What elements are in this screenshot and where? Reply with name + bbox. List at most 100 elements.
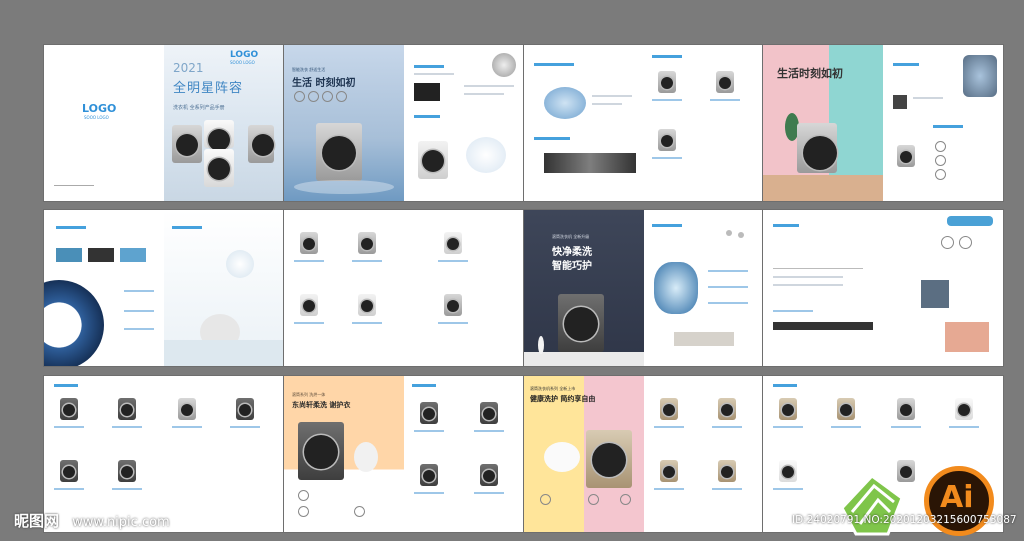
drum-closeup xyxy=(963,55,997,97)
spread-2-left: 智能洗衣 舒适生活 生活 时刻如初 xyxy=(284,45,404,201)
section-tag xyxy=(414,65,444,68)
product-washer xyxy=(658,129,676,151)
section-tag xyxy=(933,125,963,128)
feature-icon xyxy=(935,141,946,152)
spread-8-left xyxy=(763,210,883,366)
site-watermark: 昵图网 www.nipic.com xyxy=(14,510,170,531)
feature-icon xyxy=(935,155,946,166)
cover-washer-1 xyxy=(172,125,202,163)
spread-9 xyxy=(44,376,284,532)
spread-cover: LOGO SOOO LOGO LOGO SOOO LOGO 2021 全明星阵容… xyxy=(44,45,284,201)
thumb-image xyxy=(88,248,114,262)
drum-graphic xyxy=(654,262,698,314)
spec-line xyxy=(294,322,324,324)
spec-line xyxy=(654,426,684,428)
feature-icon xyxy=(294,91,305,102)
spec-line xyxy=(891,426,921,428)
spread-10-right xyxy=(404,376,524,532)
product-washer xyxy=(444,294,462,316)
spread-9-right xyxy=(164,376,284,532)
spread-6-left xyxy=(284,210,404,366)
spread-2: 智能洗衣 舒适生活 生活 时刻如初 xyxy=(284,45,524,201)
spec-line xyxy=(294,260,324,262)
product-washer xyxy=(118,398,136,420)
spread-3-left xyxy=(524,45,644,201)
section-tag xyxy=(652,224,682,227)
pendant-lamp xyxy=(738,232,744,238)
text-line xyxy=(773,284,843,286)
control-panel xyxy=(773,322,873,330)
spread-8 xyxy=(763,210,1003,366)
spread-6-right xyxy=(404,210,524,366)
thumb-image xyxy=(120,248,146,262)
hero-washer xyxy=(586,430,632,488)
cover-logo-left-sub: SOOO LOGO xyxy=(84,115,109,120)
clothes-image xyxy=(945,322,989,352)
product-washer xyxy=(480,402,498,424)
text-line xyxy=(464,93,504,95)
spec-line xyxy=(708,302,748,304)
section-tag xyxy=(412,384,436,387)
spec-line xyxy=(438,260,468,262)
text-line xyxy=(464,85,514,87)
drum-graphic xyxy=(44,280,104,366)
feature-icon xyxy=(620,494,631,505)
product-washer xyxy=(178,398,196,420)
product-washer xyxy=(420,464,438,486)
spread-7-right xyxy=(644,210,764,366)
section-tag xyxy=(773,384,797,387)
sofa xyxy=(164,340,284,366)
cover-logo-top-sub: SOOO LOGO xyxy=(230,60,255,65)
product-washer xyxy=(955,398,973,420)
spec-line xyxy=(438,322,468,324)
section-tag xyxy=(414,115,440,118)
site-url: www.nipic.com xyxy=(72,515,170,530)
product-washer xyxy=(300,232,318,254)
site-logo: 昵图网 xyxy=(14,512,60,530)
spread-7: 滚筒洗衣机 全新升级 快净柔洗 智能巧护 xyxy=(524,210,764,366)
text-line xyxy=(592,103,622,105)
product-washer xyxy=(444,232,462,254)
hero-washer xyxy=(298,422,344,480)
product-washer xyxy=(779,398,797,420)
product-washer xyxy=(718,460,736,482)
spec-line xyxy=(352,260,382,262)
spread-11-left: 滚筒洗衣机系列 全新上市 健康洗护 简约享自由 xyxy=(524,376,644,532)
spread-4-left: 生活时刻如初 xyxy=(763,45,883,201)
product-washer xyxy=(60,460,78,482)
spread-10-left: 滚筒系列 洗烘一体 东尚轩柔洗 谢护衣 xyxy=(284,376,404,532)
spec-line xyxy=(712,488,742,490)
feature-washer xyxy=(897,145,915,167)
cover-washer-2 xyxy=(204,120,234,151)
spread-3-right xyxy=(644,45,764,201)
section-tag xyxy=(893,63,919,66)
spread-4-right xyxy=(883,45,1003,201)
drum-graphic xyxy=(544,87,586,119)
ai-badge-label: Ai xyxy=(940,480,974,515)
feature-icon xyxy=(941,236,954,249)
teddy-bear xyxy=(354,442,378,472)
cover-footer-line xyxy=(54,185,94,186)
product-washer xyxy=(118,460,136,482)
product-washer xyxy=(420,402,438,424)
feature-icon xyxy=(959,236,972,249)
section-tag xyxy=(534,137,570,140)
cover-logo-left: LOGO xyxy=(82,102,117,115)
spec-line xyxy=(773,426,803,428)
spec-line xyxy=(773,488,803,490)
product-washer xyxy=(837,398,855,420)
spread-2-kicker: 智能洗衣 舒适生活 xyxy=(292,67,326,72)
section-tag xyxy=(56,226,86,229)
spec-line xyxy=(708,286,748,288)
spread-7-headline-2: 智能巧护 xyxy=(552,261,592,272)
spec-line xyxy=(474,492,504,494)
text-line xyxy=(414,73,454,75)
spread-5-right xyxy=(164,210,284,366)
text-line xyxy=(592,95,632,97)
cover-back-page: LOGO SOOO LOGO xyxy=(44,45,164,201)
section-tag xyxy=(534,63,574,66)
floor xyxy=(763,175,883,201)
hero-washer xyxy=(797,123,837,173)
spec-line xyxy=(124,310,154,312)
feature-icon xyxy=(336,91,347,102)
